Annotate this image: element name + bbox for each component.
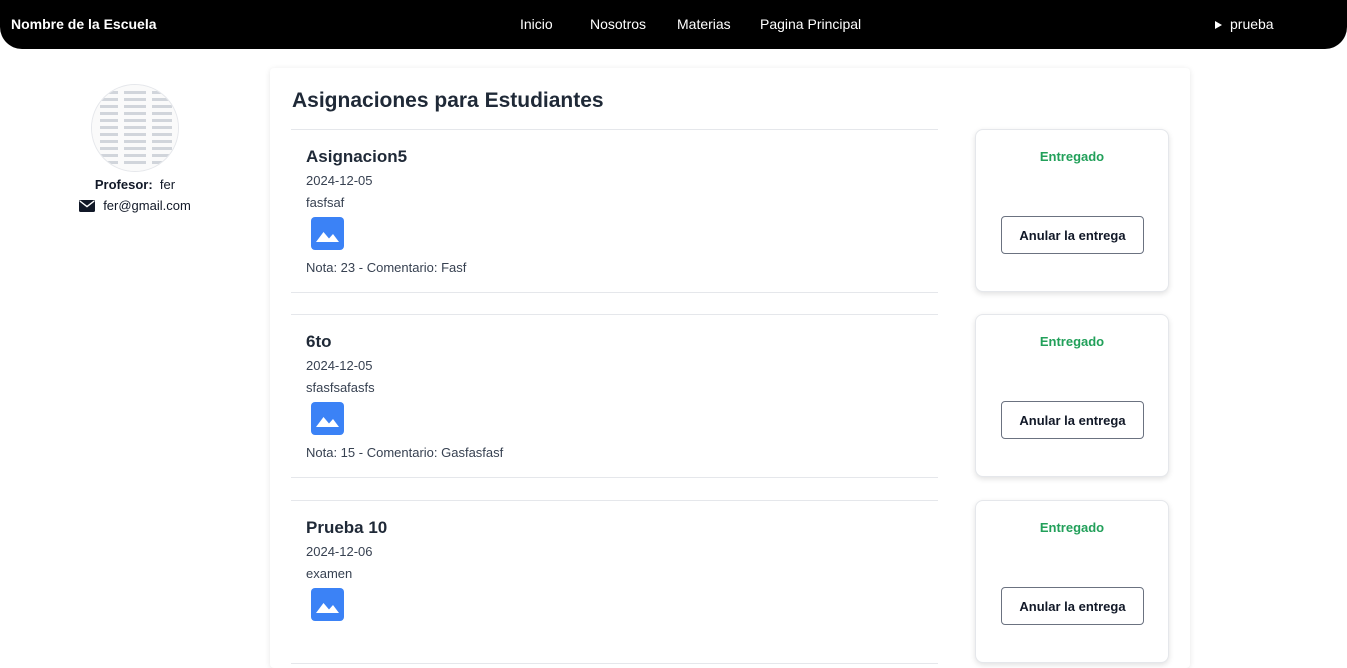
teacher-name: fer: [159, 177, 176, 192]
cancel-submission-button[interactable]: Anular la entrega: [1001, 401, 1144, 439]
teacher-name-line: Profesor: fer: [40, 176, 230, 193]
assignment-title: Prueba 10: [306, 518, 388, 537]
assignment-date: 2024-12-05: [306, 358, 373, 373]
assignment-item: Asignacion5 2024-12-05 fasfsaf Nota: 23 …: [291, 129, 938, 293]
image-icon[interactable]: [311, 217, 344, 250]
nav-link-pagina-principal[interactable]: Pagina Principal: [760, 15, 861, 33]
status-delivered: Entregado: [1039, 520, 1105, 535]
status-delivered: Entregado: [1039, 149, 1105, 164]
nav-link-materias[interactable]: Materias: [677, 15, 731, 33]
brand-link[interactable]: Nombre de la Escuela: [11, 15, 157, 33]
nav-link-nosotros[interactable]: Nosotros: [590, 15, 646, 33]
top-navbar: Nombre de la Escuela Inicio Nosotros Mat…: [0, 0, 1347, 49]
assignment-title: 6to: [306, 332, 332, 351]
assignment-grade: Nota: 15 - Comentario: Gasfasfasf: [306, 445, 504, 460]
user-name: prueba: [1230, 16, 1274, 32]
assignment-date: 2024-12-06: [306, 544, 373, 559]
avatar: [91, 84, 179, 172]
avatar-image: [92, 85, 178, 171]
submission-status-card: Entregado Anular la entrega: [975, 500, 1169, 663]
assignment-description: sfasfsafasfs: [306, 380, 375, 395]
assignment-date: 2024-12-05: [306, 173, 373, 188]
assignment-description: fasfsaf: [306, 195, 345, 210]
assignment-description: examen: [306, 566, 353, 581]
assignments-panel: Asignaciones para Estudiantes Asignacion…: [270, 68, 1190, 668]
submission-status-card: Entregado Anular la entrega: [975, 129, 1169, 292]
teacher-email: fer@gmail.com: [103, 198, 191, 213]
nav-link-inicio[interactable]: Inicio: [520, 15, 553, 33]
envelope-icon: [79, 199, 96, 216]
submission-status-card: Entregado Anular la entrega: [975, 314, 1169, 477]
cancel-submission-button[interactable]: Anular la entrega: [1001, 216, 1144, 254]
user-menu-toggle[interactable]: prueba: [1215, 15, 1274, 33]
image-icon[interactable]: [311, 588, 344, 621]
assignment-grade: Nota: 23 - Comentario: Fasf: [306, 260, 467, 275]
teacher-label: Profesor:: [94, 177, 153, 192]
cancel-submission-button[interactable]: Anular la entrega: [1001, 587, 1144, 625]
assignment-item: 6to 2024-12-05 sfasfsafasfs Nota: 15 - C…: [291, 314, 938, 478]
assignment-title: Asignacion5: [306, 147, 408, 166]
image-icon[interactable]: [311, 402, 344, 435]
assignment-item: Prueba 10 2024-12-06 examen: [291, 500, 938, 664]
page-title: Asignaciones para Estudiantes: [292, 89, 604, 112]
caret-right-icon: [1215, 21, 1222, 29]
teacher-email-line: fer@gmail.com: [40, 197, 230, 216]
status-delivered: Entregado: [1039, 334, 1105, 349]
teacher-profile: Profesor: fer fer@gmail.com: [40, 84, 230, 216]
